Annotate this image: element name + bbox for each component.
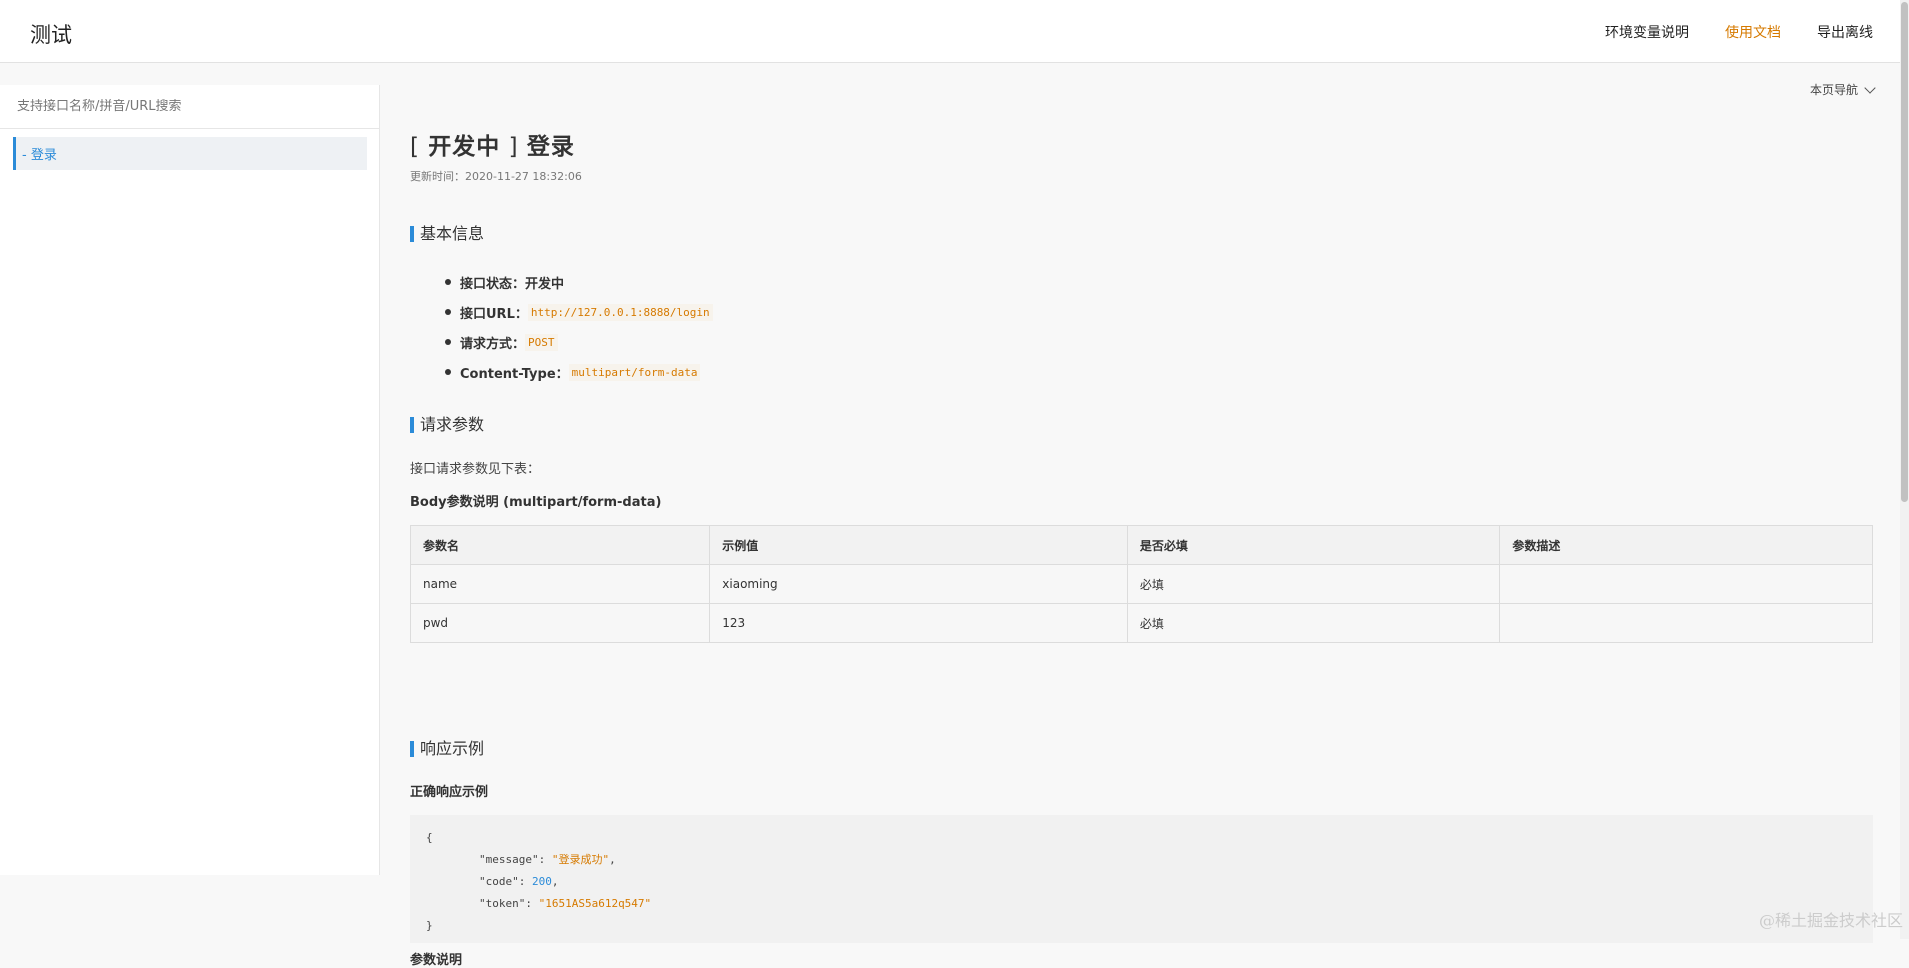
search-input[interactable]	[17, 99, 357, 114]
scrollbar-thumb[interactable]	[1901, 2, 1908, 502]
top-bar: 测试 环境变量说明 使用文档 导出离线	[0, 0, 1909, 63]
page-title: [ 开发中 ] 登录	[410, 127, 575, 161]
info-method: 请求方式：POST	[460, 327, 713, 357]
section-request-params: 请求参数	[410, 417, 484, 433]
sidebar-search	[0, 85, 379, 129]
info-status: 接口状态：开发中	[460, 267, 713, 297]
table-cell	[1500, 604, 1873, 643]
title-status: 开发中	[428, 134, 500, 160]
title-name: 登录	[527, 134, 575, 160]
table-cell: pwd	[411, 604, 710, 643]
topnav-export-offline[interactable]: 导出离线	[1817, 22, 1873, 42]
request-params-table: 参数名 示例值 是否必填 参数描述 name xiaoming 必填 pwd 1…	[410, 525, 1873, 643]
table-cell	[1500, 565, 1873, 604]
table-cell: 必填	[1127, 604, 1500, 643]
table-cell: 123	[710, 604, 1128, 643]
column-header: 是否必填	[1127, 526, 1500, 565]
sidebar: - 登录	[0, 85, 380, 875]
info-content-type: Content-Type：multipart/form-data	[460, 357, 713, 387]
basic-info-list: 接口状态：开发中 接口URL：http://127.0.0.1:8888/log…	[460, 267, 713, 387]
section-basic-info: 基本信息	[410, 226, 484, 242]
topnav-docs[interactable]: 使用文档	[1725, 22, 1781, 42]
updated-time: 更新时间：2020-11-27 18:32:06	[410, 168, 582, 184]
top-nav: 环境变量说明 使用文档 导出离线	[1605, 22, 1873, 42]
body-params-title: Body参数说明 (multipart/form-data)	[410, 491, 661, 510]
table-header-row: 参数名 示例值 是否必填 参数描述	[411, 526, 1873, 565]
table-cell: xiaoming	[710, 565, 1128, 604]
request-intro: 接口请求参数见下表：	[410, 458, 540, 477]
page-nav-label: 本页导航	[1810, 81, 1858, 98]
info-url: 接口URL：http://127.0.0.1:8888/login	[460, 297, 713, 327]
topnav-env-vars[interactable]: 环境变量说明	[1605, 22, 1689, 42]
page-nav-toggle[interactable]: 本页导航	[1810, 81, 1874, 98]
table-row: name xiaoming 必填	[411, 565, 1873, 604]
table-row: pwd 123 必填	[411, 604, 1873, 643]
section-response-example: 响应示例	[410, 741, 484, 757]
app-title: 测试	[30, 19, 72, 49]
ok-response-title: 正确响应示例	[410, 781, 488, 800]
chevron-down-icon	[1864, 82, 1875, 93]
param-desc-title: 参数说明	[410, 949, 462, 968]
table-cell: 必填	[1127, 565, 1500, 604]
response-code-block: { "message": "登录成功", "code": 200, "token…	[410, 815, 1873, 943]
column-header: 参数描述	[1500, 526, 1873, 565]
sidebar-item-login[interactable]: - 登录	[13, 137, 367, 170]
column-header: 示例值	[710, 526, 1128, 565]
column-header: 参数名	[411, 526, 710, 565]
table-cell: name	[411, 565, 710, 604]
page-scrollbar[interactable]	[1900, 0, 1909, 939]
watermark: @稀土掘金技术社区	[1759, 907, 1903, 931]
